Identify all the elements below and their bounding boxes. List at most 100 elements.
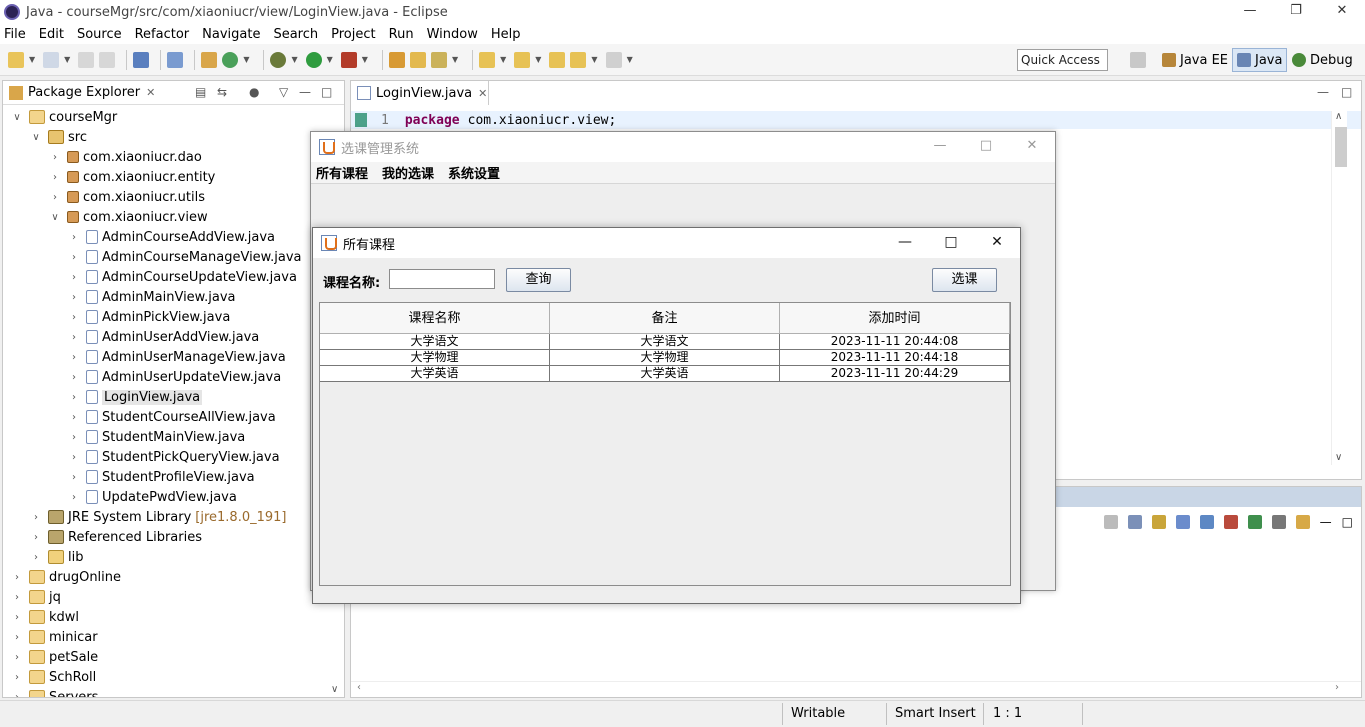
- view-menu-icon[interactable]: ▽: [279, 85, 288, 99]
- previous-annotation-icon[interactable]: [514, 51, 531, 68]
- external-tools-icon[interactable]: [340, 51, 357, 68]
- tree-item[interactable]: › Servers: [11, 687, 98, 697]
- forward-icon[interactable]: [605, 51, 622, 68]
- chevron-right-icon[interactable]: ›: [30, 532, 42, 543]
- table-row[interactable]: 大学语文 大学语文 2023-11-11 20:44:08: [320, 334, 1010, 350]
- open-type-icon[interactable]: [409, 51, 426, 68]
- table-row[interactable]: 大学物理 大学物理 2023-11-11 20:44:18: [320, 350, 1010, 366]
- scroll-thumb[interactable]: [1335, 127, 1347, 167]
- chevron-right-icon[interactable]: ›: [11, 592, 23, 603]
- tree-item[interactable]: › Referenced Libraries: [30, 527, 202, 547]
- tree-item[interactable]: › StudentPickQueryView.java: [68, 447, 280, 467]
- tree-item[interactable]: › AdminCourseUpdateView.java: [68, 267, 297, 287]
- chevron-right-icon[interactable]: ›: [68, 412, 80, 423]
- column-header-course-name[interactable]: 课程名称: [320, 303, 550, 334]
- menu-file[interactable]: File: [4, 27, 26, 42]
- chevron-right-icon[interactable]: ›: [68, 272, 80, 283]
- chevron-right-icon[interactable]: ›: [49, 152, 61, 163]
- show-console-errors-icon[interactable]: [1175, 515, 1190, 529]
- column-header-added-time[interactable]: 添加时间: [780, 303, 1010, 334]
- scroll-up-icon[interactable]: ∧: [1335, 111, 1342, 122]
- chevron-down-icon[interactable]: ∨: [30, 132, 42, 143]
- close-window-button[interactable]: ✕: [1319, 0, 1365, 24]
- forward-dropdown-icon[interactable]: ▼: [627, 55, 633, 64]
- chevron-down-icon[interactable]: ∨: [11, 112, 23, 123]
- chevron-right-icon[interactable]: ›: [11, 632, 23, 643]
- menu-edit[interactable]: Edit: [39, 27, 64, 42]
- table-row[interactable]: 大学英语 大学英语 2023-11-11 20:44:29: [320, 366, 1010, 382]
- debug-icon[interactable]: [270, 51, 287, 68]
- chevron-right-icon[interactable]: ›: [49, 172, 61, 183]
- minimize-frame-button[interactable]: —: [882, 228, 928, 258]
- menu-my-courses[interactable]: 我的选课: [382, 163, 434, 182]
- close-icon[interactable]: ✕: [146, 86, 155, 99]
- run-icon[interactable]: [305, 51, 322, 68]
- close-window-button[interactable]: ✕: [1009, 132, 1055, 162]
- chevron-right-icon[interactable]: ›: [11, 672, 23, 683]
- last-edit-location-icon[interactable]: [549, 51, 566, 68]
- tree-item[interactable]: › AdminUserAddView.java: [68, 327, 259, 347]
- chevron-right-icon[interactable]: ›: [30, 512, 42, 523]
- editor-scrollbar[interactable]: ∧ ∨: [1331, 111, 1347, 465]
- tree-item[interactable]: › AdminMainView.java: [68, 287, 236, 307]
- next-annotation-dropdown-icon[interactable]: ▼: [500, 55, 506, 64]
- tree-item[interactable]: › LoginView.java: [68, 387, 203, 407]
- new-wizard-dropdown-icon[interactable]: ▼: [64, 55, 70, 64]
- chevron-right-icon[interactable]: ›: [68, 392, 80, 403]
- filters-icon[interactable]: ●: [249, 85, 259, 99]
- minimize-view-icon[interactable]: —: [1317, 85, 1329, 99]
- refresh-icon[interactable]: [222, 51, 239, 68]
- tree-item[interactable]: › StudentMainView.java: [68, 427, 245, 447]
- display-console-icon[interactable]: [1271, 515, 1286, 529]
- terminate-icon[interactable]: [1223, 515, 1238, 529]
- previous-annotation-dropdown-icon[interactable]: ▼: [535, 55, 541, 64]
- chevron-right-icon[interactable]: ›: [11, 692, 23, 698]
- refresh-dropdown-icon[interactable]: ▼: [243, 55, 249, 64]
- link-with-editor-icon[interactable]: ⇆: [217, 85, 227, 99]
- tree-item[interactable]: › AdminUserManageView.java: [68, 347, 286, 367]
- menu-system-settings[interactable]: 系统设置: [448, 163, 500, 182]
- terminal-icon[interactable]: [133, 51, 150, 68]
- open-perspective-icon[interactable]: [1130, 52, 1146, 68]
- chevron-right-icon[interactable]: ›: [11, 612, 23, 623]
- close-frame-button[interactable]: ✕: [974, 228, 1020, 258]
- horizontal-scrollbar[interactable]: ‹ ›: [351, 681, 1361, 697]
- tree-item[interactable]: › jq: [11, 587, 61, 607]
- new-wizard-icon[interactable]: [43, 51, 60, 68]
- tree-item[interactable]: › JRE System Library [jre1.8.0_191]: [30, 507, 286, 527]
- column-header-remark[interactable]: 备注: [550, 303, 780, 334]
- scroll-right-icon[interactable]: ›: [1335, 682, 1339, 693]
- pin-console-icon[interactable]: [1247, 515, 1262, 529]
- menu-all-courses[interactable]: 所有课程: [316, 163, 368, 182]
- remove-all-terminated-icon[interactable]: [1103, 515, 1118, 529]
- chevron-right-icon[interactable]: ›: [68, 312, 80, 323]
- maximize-view-icon[interactable]: □: [1341, 85, 1352, 99]
- chevron-right-icon[interactable]: ›: [11, 652, 23, 663]
- new-dropdown-icon[interactable]: ▼: [29, 55, 35, 64]
- minimize-window-button[interactable]: —: [917, 132, 963, 162]
- new-java-package-icon[interactable]: [388, 51, 405, 68]
- maximize-view-icon[interactable]: □: [1342, 515, 1353, 529]
- chevron-right-icon[interactable]: ›: [68, 352, 80, 363]
- editor-current-line[interactable]: 1 package com.xiaoniucr.view;: [351, 111, 1361, 129]
- tree-item[interactable]: › com.xiaoniucr.entity: [49, 167, 215, 187]
- menu-navigate[interactable]: Navigate: [202, 27, 260, 42]
- search-dropdown-icon[interactable]: ▼: [452, 55, 458, 64]
- chevron-right-icon[interactable]: ›: [68, 292, 80, 303]
- perspective-java[interactable]: Java: [1232, 48, 1288, 72]
- tree-item[interactable]: › StudentProfileView.java: [68, 467, 255, 487]
- scroll-down-icon[interactable]: ∨: [1335, 452, 1342, 463]
- tree-item[interactable]: › AdminUserUpdateView.java: [68, 367, 281, 387]
- chevron-right-icon[interactable]: ›: [68, 492, 80, 503]
- query-button[interactable]: 查询: [506, 268, 571, 292]
- word-wrap-icon[interactable]: [1199, 515, 1214, 529]
- quick-access-input[interactable]: Quick Access: [1017, 49, 1108, 71]
- external-tools-dropdown-icon[interactable]: ▼: [362, 55, 368, 64]
- collapse-all-icon[interactable]: ▤: [195, 85, 206, 99]
- maximize-window-button[interactable]: □: [963, 132, 1009, 162]
- tree-item[interactable]: › com.xiaoniucr.utils: [49, 187, 205, 207]
- chevron-right-icon[interactable]: ›: [11, 572, 23, 583]
- run-dropdown-icon[interactable]: ▼: [327, 55, 333, 64]
- search-icon[interactable]: [430, 51, 447, 68]
- tree-item[interactable]: › lib: [30, 547, 83, 567]
